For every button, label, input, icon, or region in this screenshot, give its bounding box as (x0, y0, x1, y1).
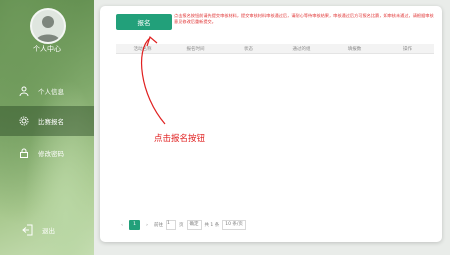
annotation-text: 点击报名按钮 (154, 134, 206, 144)
annotation-arrow (140, 35, 166, 125)
